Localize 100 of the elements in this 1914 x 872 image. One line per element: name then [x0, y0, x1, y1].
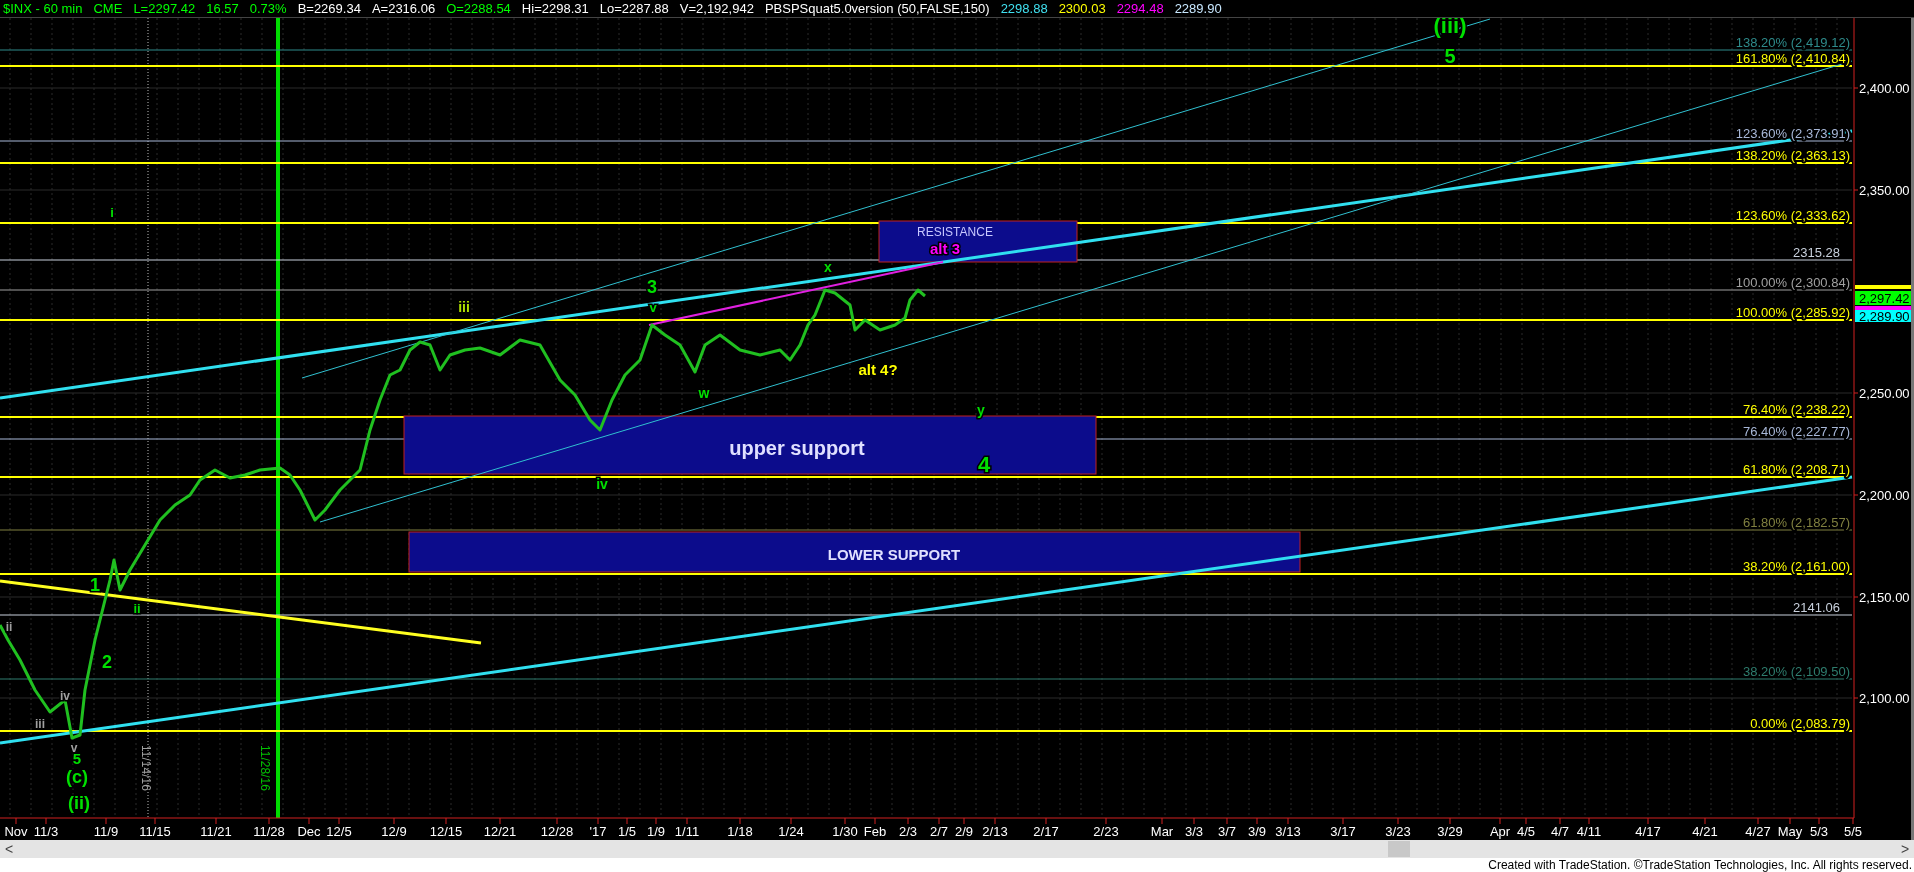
wave-label: 2	[102, 651, 112, 672]
date-axis-label: 5/3	[1809, 824, 1829, 839]
wave-label: iv	[596, 475, 608, 492]
date-axis-label: Dec	[297, 824, 321, 839]
wave-label: i	[110, 205, 114, 221]
header-value: 2300.03	[1058, 1, 1106, 16]
scrollbar-thumb[interactable]	[1388, 841, 1410, 857]
header-value: 16.57	[206, 1, 239, 16]
header-value: 2294.48	[1116, 1, 1164, 16]
date-axis-label: 12/21	[483, 824, 517, 839]
date-axis-label: 3/7	[1217, 824, 1237, 839]
fib-level-label: 123.60% (2,333.62)	[1735, 208, 1850, 223]
wave-label: 5	[1444, 45, 1456, 68]
price-axis-label: 2,150.00	[1859, 590, 1910, 605]
header-value: $INX - 60 min	[3, 1, 83, 16]
date-axis-label: 1/9	[646, 824, 666, 839]
wave-label: 1	[90, 574, 100, 595]
fib-level-label: 161.80% (2,410.84)	[1735, 51, 1850, 66]
header-value: 2289.90	[1174, 1, 1222, 16]
date-axis-label: 4/11	[1576, 824, 1602, 839]
fib-level-label: 76.40% (2,238.22)	[1743, 402, 1850, 417]
header-value: CME	[93, 1, 123, 16]
zone-label: LOWER SUPPORT	[827, 546, 961, 563]
date-axis-label: 11/21	[200, 824, 232, 839]
price-axis-label: 2,400.00	[1859, 81, 1910, 96]
date-axis-label: 3/13	[1275, 824, 1301, 839]
date-axis-label: Nov	[4, 824, 28, 839]
date-axis-label: Mar	[1150, 824, 1174, 839]
wave-label: x	[824, 258, 832, 275]
price-axis-label: 2,200.00	[1859, 488, 1910, 503]
date-axis-label: 12/15	[429, 824, 463, 839]
fib-level-label: 76.40% (2,227.77)	[1743, 424, 1850, 439]
wave-label: ii	[5, 620, 13, 635]
horizontal-scrollbar[interactable]: < >	[0, 840, 1914, 858]
price-tag: 2,289.90	[1855, 309, 1911, 324]
date-axis-label: 11/3	[33, 824, 59, 839]
header-value: O=2288.54	[446, 1, 511, 16]
header-value: B=2269.34	[297, 1, 361, 16]
fib-level-label: 2315.28	[1793, 245, 1840, 260]
date-axis-label: 4/7	[1550, 824, 1570, 839]
date-marker-label: 11/28/16	[258, 745, 272, 791]
price-axis-label: 2,250.00	[1859, 386, 1910, 401]
wave-label: iii	[35, 717, 45, 732]
price-tag: 2,297.42	[1855, 291, 1911, 306]
fib-level-label: 38.20% (2,109.50)	[1743, 664, 1850, 679]
date-axis-label: Feb	[863, 824, 887, 839]
date-axis-label: 2/3	[898, 824, 918, 839]
header-value: V=2,192,942	[679, 1, 754, 16]
date-axis-label: 5/5	[1843, 824, 1863, 839]
date-axis-label: 11/9	[93, 824, 119, 839]
wave-label: alt 4?	[858, 360, 898, 378]
date-axis-label: 2/7	[929, 824, 949, 839]
wave-label: alt 3	[930, 239, 960, 257]
fib-level-label: 138.20% (2,363.13)	[1735, 148, 1850, 163]
date-axis-label: 3/3	[1184, 824, 1204, 839]
date-axis-label: 11/28	[253, 824, 285, 839]
date-axis-label: 2/17	[1033, 824, 1059, 839]
date-axis-label: '17	[589, 824, 607, 839]
header-value: Hi=2298.31	[521, 1, 589, 16]
date-axis-label: 1/24	[778, 824, 804, 839]
fib-level-label: 100.00% (2,300.84)	[1735, 275, 1850, 290]
date-axis-label: 1/11	[674, 824, 700, 839]
price-axis-label: 2,100.00	[1859, 691, 1910, 706]
date-axis-label: May	[1777, 824, 1803, 839]
date-axis-label: 11/15	[139, 824, 171, 839]
date-axis-label: 3/17	[1330, 824, 1356, 839]
date-axis-label: 3/9	[1247, 824, 1267, 839]
header-value: Lo=2287.88	[599, 1, 669, 16]
header-value: 0.73%	[249, 1, 287, 16]
date-axis-label: 2/9	[954, 824, 974, 839]
date-axis-label: 12/9	[381, 824, 407, 839]
date-axis-label: 3/29	[1437, 824, 1463, 839]
header-value: PBSPSquat5.0version (50,FALSE,150)	[764, 1, 990, 16]
zone-label: upper support	[729, 437, 865, 459]
wave-label: v	[649, 300, 657, 316]
fib-level-label: 38.20% (2,161.00)	[1743, 559, 1850, 574]
date-axis-label: 1/5	[617, 824, 637, 839]
wave-label: iv	[60, 689, 70, 704]
scroll-right-button[interactable]: >	[1896, 840, 1914, 858]
wave-label: (ii)	[68, 792, 90, 813]
price-tag	[1855, 285, 1911, 289]
fib-level-label: 138.20% (2,419.12)	[1735, 35, 1850, 50]
fib-level-label: 61.80% (2,182.57)	[1743, 515, 1850, 530]
date-axis-label: 4/5	[1516, 824, 1536, 839]
price-axis-label: 2,350.00	[1859, 183, 1910, 198]
date-axis-label: 4/27	[1745, 824, 1771, 839]
date-axis-label: 12/5	[326, 824, 352, 839]
date-axis-label: 4/21	[1692, 824, 1718, 839]
wave-label: w	[698, 384, 710, 401]
header-value: 2298.88	[1000, 1, 1048, 16]
fib-level-label: 100.00% (2,285.92)	[1735, 305, 1850, 320]
scroll-left-button[interactable]: <	[0, 840, 18, 858]
header-value: L=2297.42	[133, 1, 196, 16]
header-value: A=2316.06	[371, 1, 436, 16]
fib-level-label: 0.00% (2,083.79)	[1750, 716, 1850, 731]
date-axis-label: Apr	[1489, 824, 1511, 839]
date-axis-label: 4/17	[1635, 824, 1661, 839]
wave-label: ii	[133, 601, 141, 617]
date-axis-label: 12/28	[540, 824, 574, 839]
wave-label: 4	[977, 451, 991, 477]
